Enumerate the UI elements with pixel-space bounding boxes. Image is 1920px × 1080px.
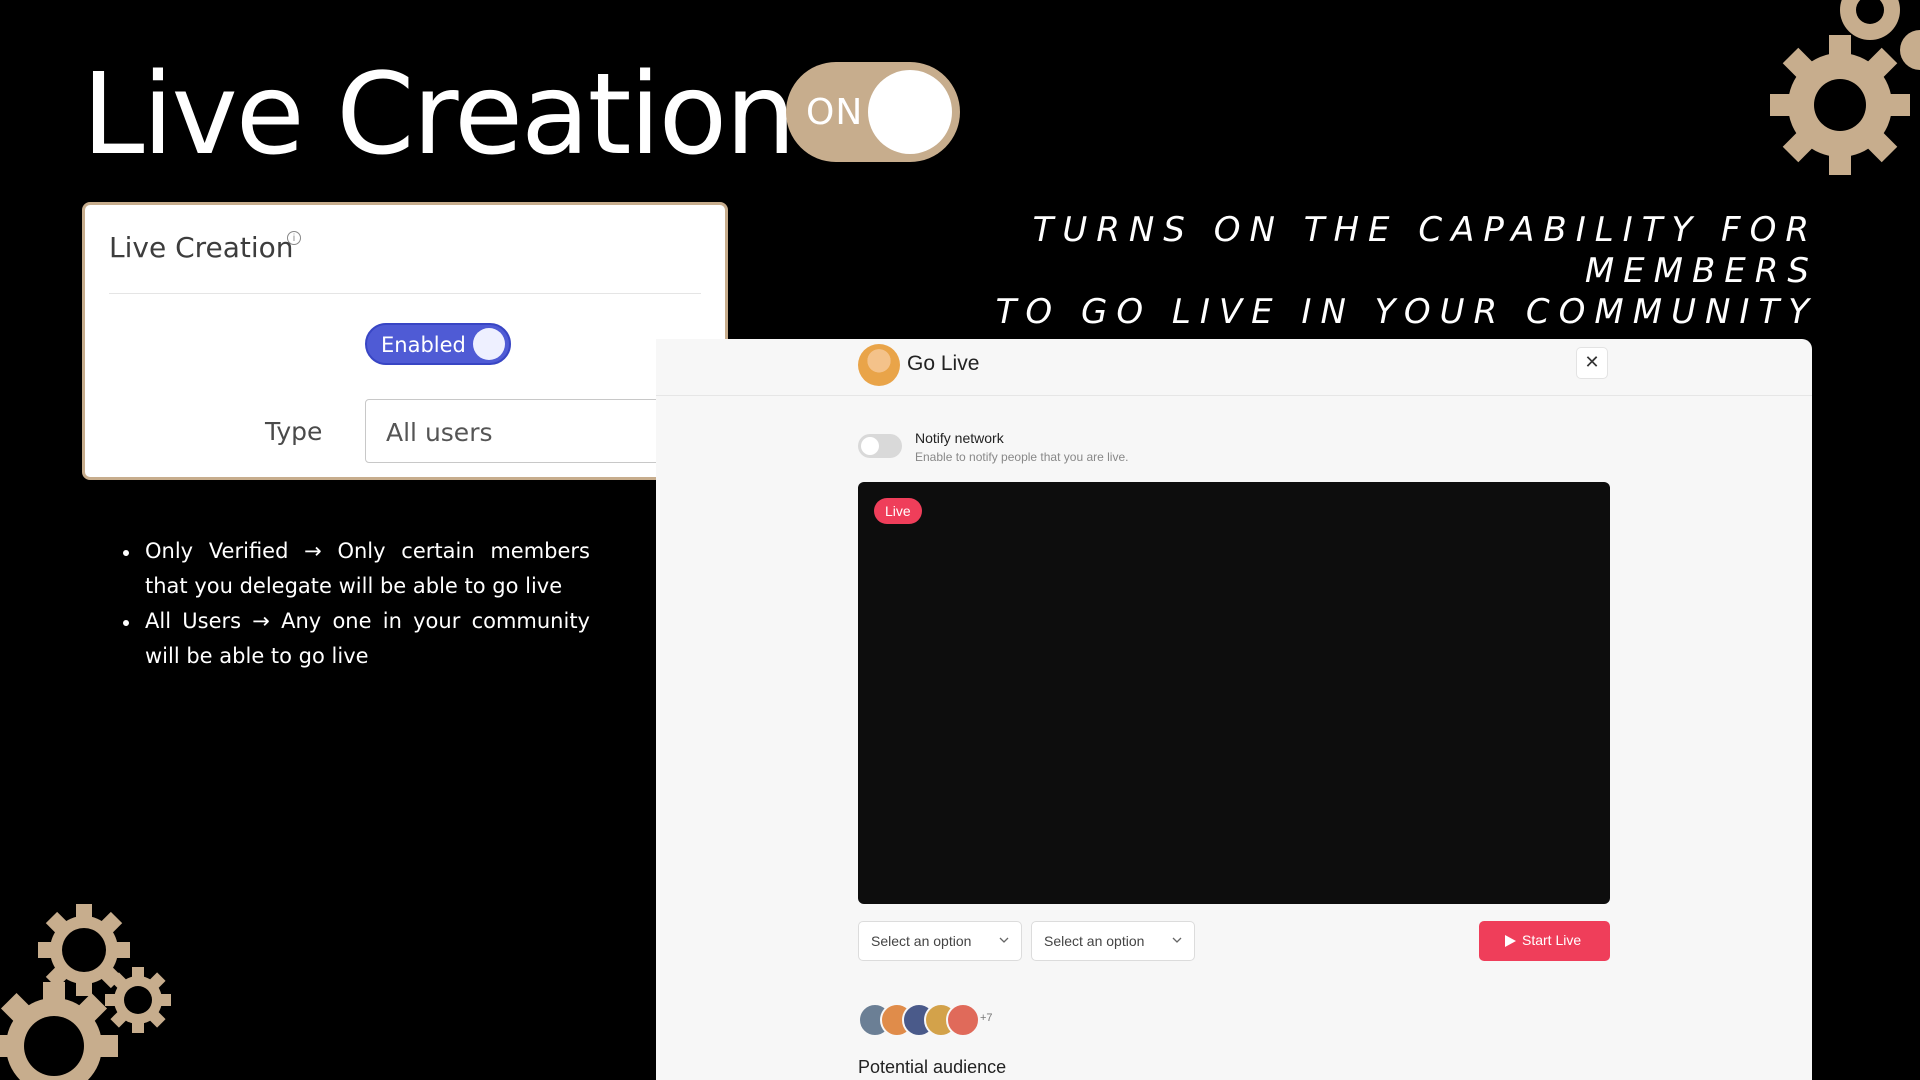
page-title: Live Creation <box>82 50 796 180</box>
feature-description: TURNS ON THE CAPABILITY FOR MEMBERS TO G… <box>890 210 1818 333</box>
go-live-panel: Go Live ✕ Notify network Enable to notif… <box>656 339 1812 1080</box>
notify-title: Notify network <box>915 430 1004 446</box>
avatar <box>858 344 900 386</box>
audience-label: Potential audience <box>858 1057 1007 1077</box>
go-live-title: Go Live <box>907 352 980 375</box>
notify-subtitle: Enable to notify people that you are liv… <box>915 450 1129 464</box>
card-title: Live Creation <box>109 231 294 264</box>
enabled-toggle[interactable]: Enabled <box>365 323 511 365</box>
list-item: All Users → Any one in your community wi… <box>120 604 590 674</box>
switch-knob <box>868 70 952 154</box>
switch-label: ON <box>806 92 864 133</box>
select-placeholder: Select an option <box>1044 933 1145 949</box>
type-options-list: Only Verified → Only certain members tha… <box>120 534 590 674</box>
go-live-header: Go Live ✕ <box>656 339 1812 396</box>
settings-card: Live Creation i Enabled Type All users <box>82 202 728 480</box>
toggle-label: Enabled <box>381 333 466 357</box>
divider <box>109 293 701 294</box>
select-placeholder: Select an option <box>871 933 972 949</box>
close-button[interactable]: ✕ <box>1576 347 1608 379</box>
option-select-1[interactable]: Select an option <box>858 921 1022 961</box>
description-line-2: TO GO LIVE IN YOUR COMMUNITY <box>995 292 1818 332</box>
toggle-knob <box>861 437 879 455</box>
info-icon[interactable]: i <box>287 231 301 245</box>
live-creation-switch[interactable]: ON <box>786 62 960 162</box>
live-badge: Live <box>874 498 922 524</box>
description-line-1: TURNS ON THE CAPABILITY FOR MEMBERS <box>1032 210 1818 291</box>
option-select-2[interactable]: Select an option <box>1031 921 1195 961</box>
audience-more-count: +7 <box>980 1012 993 1024</box>
notify-network-toggle[interactable] <box>858 434 902 458</box>
gear-icon-bottom-left <box>0 904 171 1080</box>
play-icon <box>1505 935 1516 947</box>
chevron-down-icon <box>999 937 1009 943</box>
video-preview: Live <box>858 482 1610 904</box>
start-live-button[interactable]: Start Live <box>1479 921 1610 961</box>
gear-icon-top-right <box>1770 0 1920 175</box>
type-select-value: All users <box>386 418 493 447</box>
chevron-down-icon <box>1172 937 1182 943</box>
list-item: Only Verified → Only certain members tha… <box>120 534 590 604</box>
avatar <box>946 1003 980 1037</box>
type-label: Type <box>265 417 323 446</box>
toggle-knob <box>473 328 505 360</box>
start-live-label: Start Live <box>1522 932 1582 948</box>
